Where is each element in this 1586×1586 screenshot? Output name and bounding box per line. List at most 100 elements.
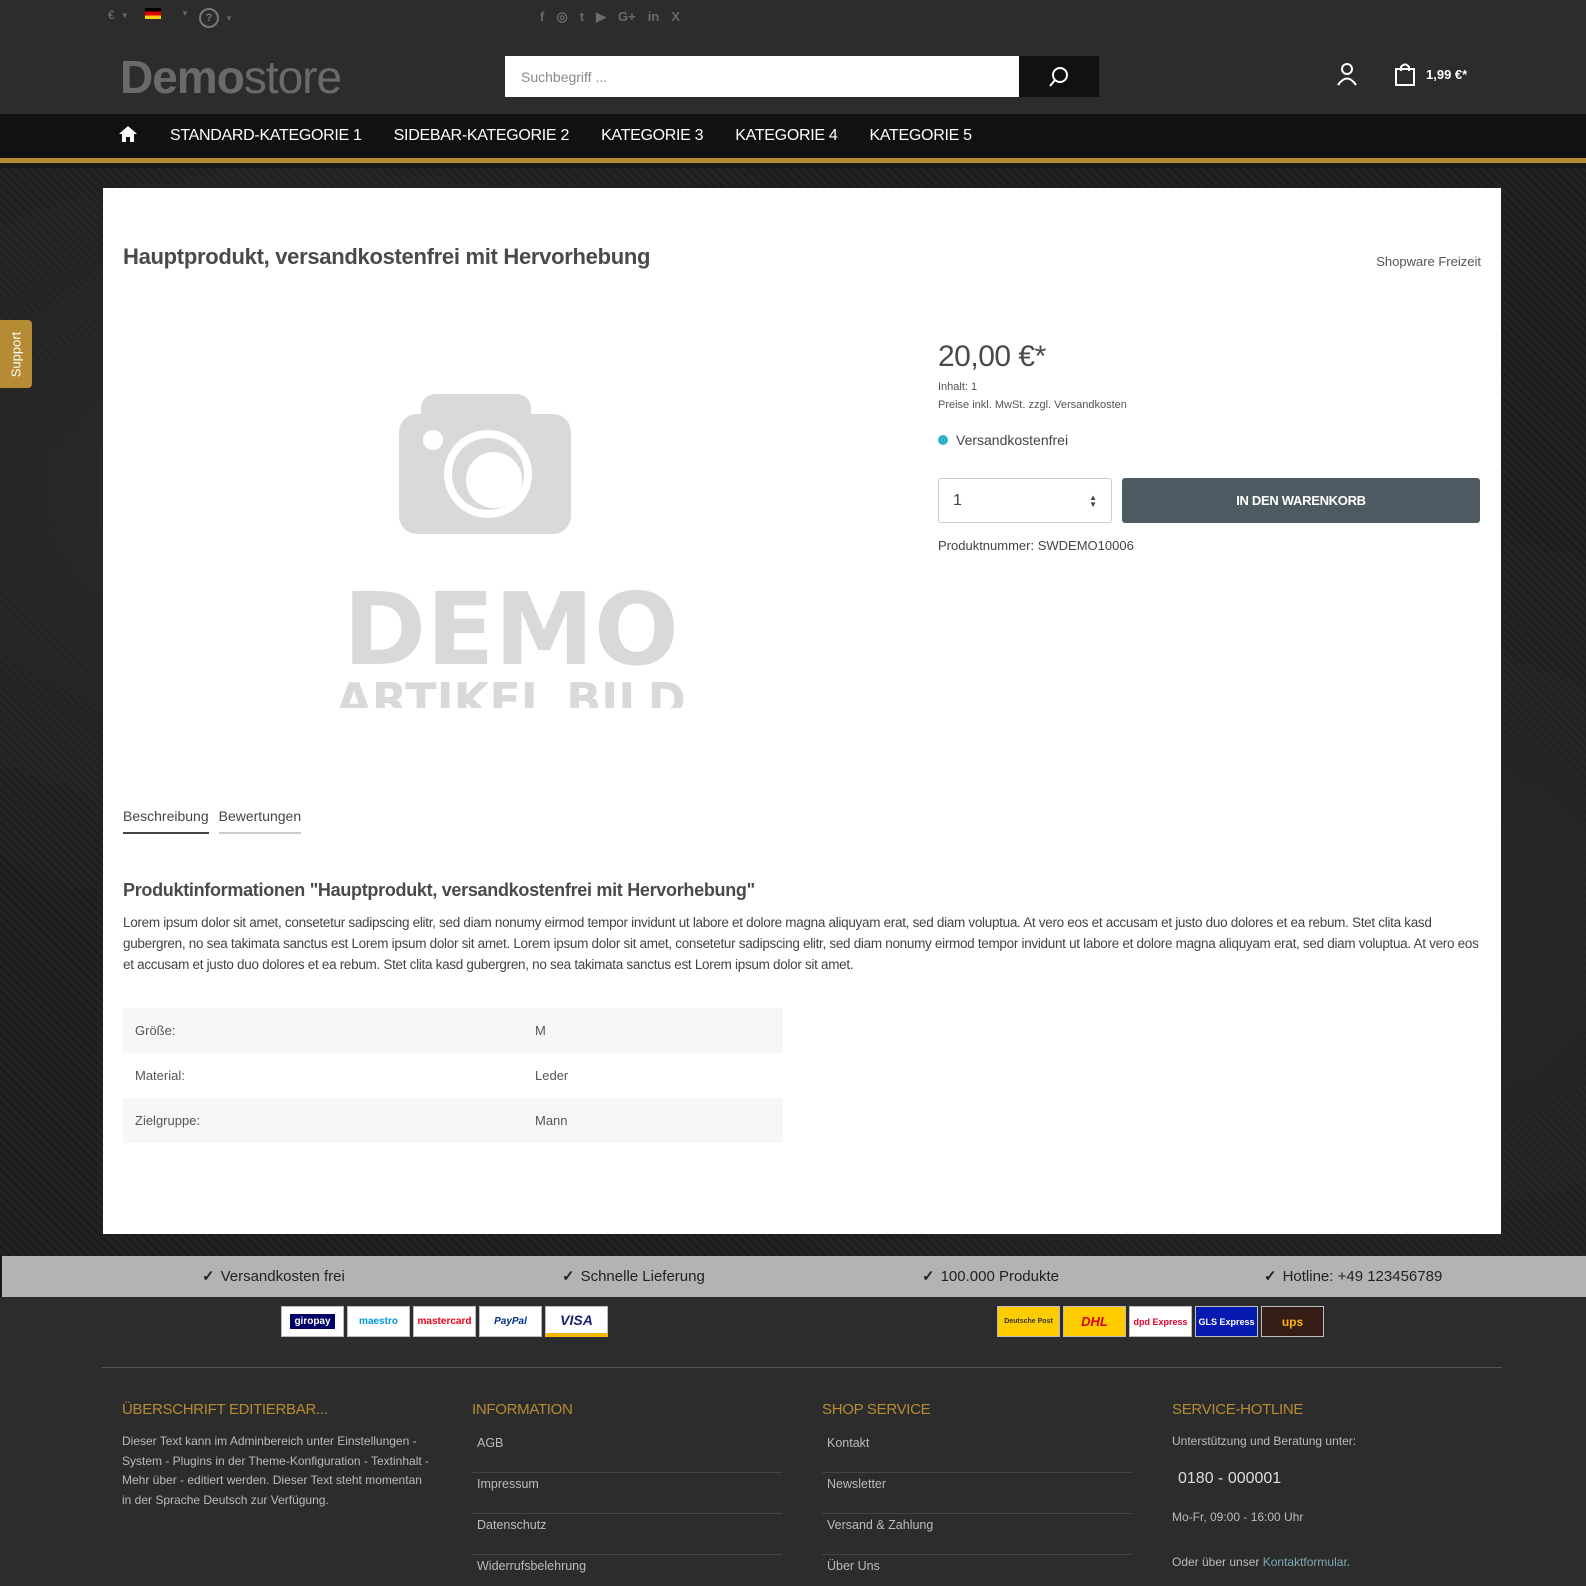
check-icon: ✓ (202, 1268, 215, 1285)
account-button[interactable] (1336, 62, 1358, 91)
footer-link-agb[interactable]: AGB (472, 1432, 782, 1473)
nav-item-category-4[interactable]: KATEGORIE 4 (735, 127, 838, 145)
footer-link-widerruf[interactable]: Widerrufsbelehrung (472, 1555, 782, 1586)
tab-reviews[interactable]: Bewertungen (218, 808, 302, 834)
contact-prefix: Oder über unser (1172, 1555, 1260, 1569)
footer-link-kontakt[interactable]: Kontakt (822, 1432, 1132, 1473)
footer-divider (102, 1367, 1502, 1368)
footer-heading: SERVICE-HOTLINE (1172, 1401, 1304, 1418)
footer-column-shop-service: SHOP SERVICE Kontakt Newsletter Versand … (822, 1401, 1132, 1586)
chevron-down-icon: ▼ (181, 9, 189, 18)
language-switcher[interactable]: ▼ (145, 8, 189, 19)
search-button[interactable] (1019, 56, 1099, 97)
search-icon (1049, 66, 1068, 87)
top-bar: € ▼ ▼ ? ▼ f ◎ t ▶ G+ in X (0, 0, 1586, 36)
add-to-cart-button[interactable]: IN DEN WARENKORB (1122, 478, 1480, 523)
property-key: Material: (135, 1068, 185, 1083)
nav-item-category-3[interactable]: KATEGORIE 3 (601, 127, 704, 145)
product-detail: Hauptprodukt, versandkostenfrei mit Herv… (103, 188, 1501, 1234)
select-arrows-icon: ▲ ▼ (1089, 492, 1097, 509)
delivery-text: Versandkostenfrei (956, 432, 1069, 448)
ups-logo: ups (1261, 1306, 1324, 1337)
search-form (505, 56, 1099, 97)
footer-column-about: ÜBERSCHRIFT EDITIERBAR... Dieser Text ka… (122, 1401, 432, 1510)
footer-heading: INFORMATION (472, 1401, 573, 1418)
nav-item-category-1[interactable]: STANDARD-KATEGORIE 1 (170, 127, 362, 145)
logo-bold: Demo (120, 51, 245, 103)
quantity-select[interactable]: 1 ▲ ▼ (938, 478, 1112, 523)
usp-item: ✓ Schnelle Lieferung (562, 1267, 705, 1286)
hotline-support-text: Unterstützung und Beratung unter: (1172, 1434, 1357, 1448)
delivery-info: Versandkostenfrei (938, 432, 1068, 448)
social-links: f ◎ t ▶ G+ in X (540, 9, 680, 25)
home-icon (119, 125, 137, 142)
footer-link-versand[interactable]: Versand & Zahlung (822, 1514, 1132, 1555)
contact-line: Oder über unser Kontaktformular. (1172, 1555, 1351, 1569)
footer-link-datenschutz[interactable]: Datenschutz (472, 1514, 782, 1555)
check-icon: ✓ (1264, 1268, 1277, 1285)
xing-icon[interactable]: X (671, 9, 680, 25)
check-icon: ✓ (562, 1268, 575, 1285)
contact-form-link[interactable]: Kontaktformular (1263, 1555, 1347, 1569)
help-icon: ? (199, 8, 219, 28)
home-link[interactable] (118, 125, 138, 148)
demo-text: DEMO (343, 571, 679, 688)
nav-item-category-5[interactable]: KATEGORIE 5 (870, 127, 973, 145)
user-icon (1337, 63, 1357, 86)
product-image[interactable]: DEMO ARTIKEL BILD (323, 378, 703, 727)
quantity-value: 1 (953, 491, 962, 509)
visa-logo: VISA (545, 1306, 608, 1337)
footer: giropay maestro mastercard PayPal VISA D… (0, 1297, 1586, 1586)
description-title: Produktinformationen "Hauptprodukt, vers… (123, 880, 755, 900)
footer-link-ueber-uns[interactable]: Über Uns (822, 1555, 1132, 1586)
paypal-logo: PayPal (479, 1306, 542, 1337)
properties-table: Größe: M Material: Leder Zielgruppe: Man… (123, 1008, 783, 1143)
twitter-icon[interactable]: t (580, 9, 584, 25)
linkedin-icon[interactable]: in (648, 9, 660, 25)
property-key: Größe: (123, 1008, 523, 1053)
manufacturer-link[interactable]: Shopware Freizeit (1376, 254, 1481, 269)
footer-column-hotline: SERVICE-HOTLINE Unterstützung und Beratu… (1172, 1401, 1482, 1573)
product-tabs: Beschreibung Bewertungen (123, 808, 302, 834)
cart-total: 1,99 €* (1426, 66, 1468, 82)
search-input[interactable] (505, 56, 1019, 97)
maestro-logo: maestro (347, 1306, 410, 1337)
usp-item: ✓ 100.000 Produkte (922, 1267, 1060, 1286)
nav-item-category-2[interactable]: SIDEBAR-KATEGORIE 2 (394, 127, 570, 145)
check-icon: ✓ (922, 1268, 935, 1285)
product-title: Hauptprodukt, versandkostenfrei mit Herv… (123, 244, 651, 269)
main-navigation: STANDARD-KATEGORIE 1 SIDEBAR-KATEGORIE 2… (0, 114, 1586, 163)
dpd-logo: dpd Express (1129, 1306, 1192, 1337)
shipping-cost-link[interactable]: Preise inkl. MwSt. zzgl. Versandkosten (938, 399, 1127, 411)
facebook-icon[interactable]: f (540, 9, 544, 25)
usp-item: ✓ Hotline: +49 123456789 (1264, 1267, 1442, 1286)
usp-item: ✓ Versandkosten frei (202, 1267, 345, 1286)
mastercard-logo: mastercard (413, 1306, 476, 1337)
support-tab[interactable]: Support (0, 320, 32, 388)
payment-logos: giropay maestro mastercard PayPal VISA (281, 1306, 608, 1337)
shopping-bag-icon (1395, 63, 1415, 86)
usp-label: Versandkosten frei (220, 1267, 345, 1285)
hotline-phone: 0180 - 000001 (1178, 1469, 1282, 1487)
cart-button[interactable]: 1,99 €* (1394, 62, 1467, 86)
currency-switcher[interactable]: € ▼ (108, 8, 129, 22)
usp-label: 100.000 Produkte (940, 1267, 1060, 1285)
table-row: Größe: M (123, 1008, 783, 1053)
usp-label: Schnelle Lieferung (580, 1267, 705, 1285)
footer-link-newsletter[interactable]: Newsletter (822, 1473, 1132, 1514)
product-content: Inhalt: 1 (938, 381, 978, 393)
tab-description[interactable]: Beschreibung (123, 808, 209, 834)
service-menu[interactable]: ? ▼ (199, 8, 233, 28)
property-value: Leder (535, 1068, 569, 1083)
currency-label: € (108, 8, 115, 22)
tax-note: Preise inkl. MwSt. zzgl. Versandkosten (938, 399, 1127, 411)
table-row: Material: Leder (123, 1053, 783, 1098)
footer-heading: SHOP SERVICE (822, 1401, 931, 1418)
giropay-logo: giropay (281, 1306, 344, 1337)
store-logo[interactable]: Demostore (120, 50, 342, 104)
footer-link-impressum[interactable]: Impressum (472, 1473, 782, 1514)
footer-about-text: Dieser Text kann im Adminbereich unter E… (122, 1434, 430, 1507)
instagram-icon[interactable]: ◎ (556, 9, 567, 25)
google-plus-icon[interactable]: G+ (618, 9, 636, 25)
youtube-icon[interactable]: ▶ (596, 9, 606, 25)
